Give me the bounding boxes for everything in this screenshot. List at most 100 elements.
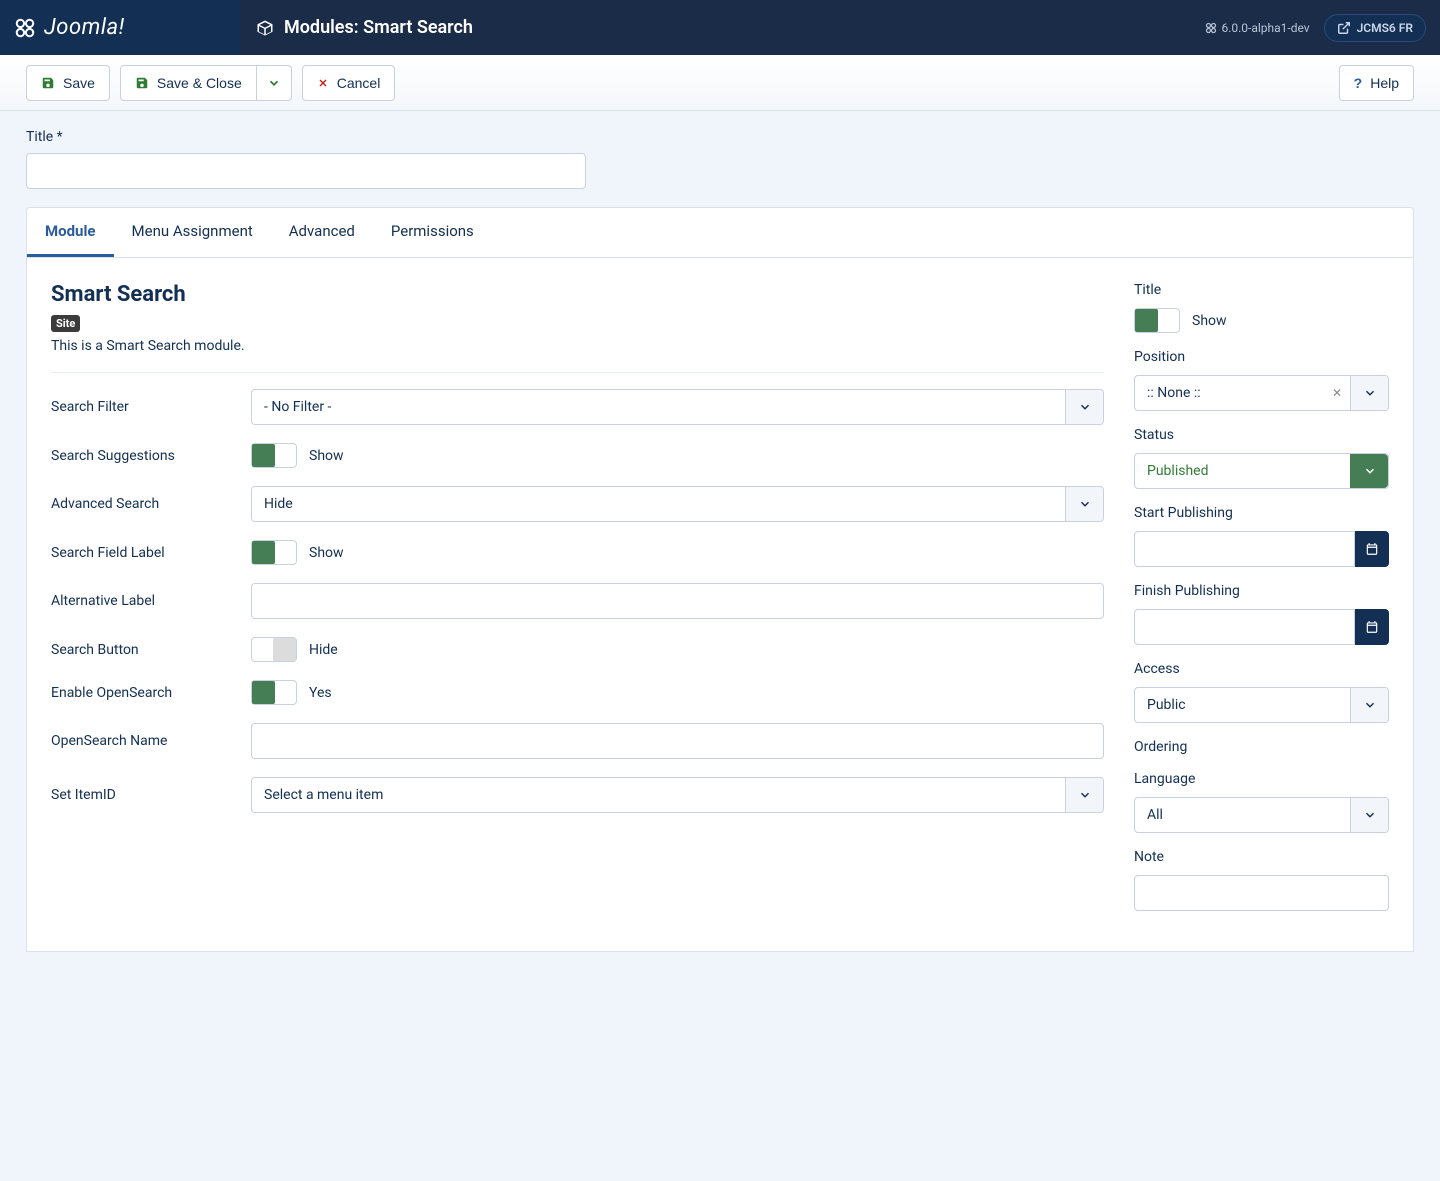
select-itemid[interactable]: Select a menu item <box>251 777 1104 813</box>
module-description: This is a Smart Search module. <box>51 338 1104 354</box>
joomla-mini-icon <box>1205 22 1217 34</box>
label-search-button: Search Button <box>51 642 251 658</box>
select-language[interactable]: All <box>1134 797 1389 833</box>
input-os-name[interactable] <box>251 723 1104 759</box>
version-label[interactable]: 6.0.0-alpha1-dev <box>1205 21 1309 35</box>
select-status[interactable]: Published <box>1134 453 1389 489</box>
title-input[interactable] <box>26 153 586 189</box>
toggle-field-label[interactable] <box>251 540 297 565</box>
chevron-down-icon <box>1350 454 1388 488</box>
label-advanced: Advanced Search <box>51 496 251 512</box>
tab-advanced[interactable]: Advanced <box>271 208 373 257</box>
times-icon <box>317 77 329 89</box>
label-suggestions: Search Suggestions <box>51 448 251 464</box>
select-access[interactable]: Public <box>1134 687 1389 723</box>
panel: Smart Search Site This is a Smart Search… <box>26 257 1414 952</box>
divider <box>51 372 1104 373</box>
row-field-label: Search Field Label Show <box>51 540 1104 565</box>
save-button[interactable]: Save <box>26 65 110 101</box>
toggle-suggestions[interactable] <box>251 443 297 468</box>
toggle-title[interactable] <box>1134 308 1180 333</box>
chevron-down-icon <box>1065 487 1103 521</box>
input-alt-label[interactable] <box>251 583 1104 619</box>
help-button[interactable]: ? Help <box>1339 65 1414 101</box>
calendar-button-start[interactable] <box>1355 531 1389 567</box>
side-status: Status Published <box>1134 427 1389 489</box>
label-alt-label: Alternative Label <box>51 593 251 609</box>
chevron-down-icon <box>1065 390 1103 424</box>
side-note: Note <box>1134 849 1389 911</box>
tab-permissions[interactable]: Permissions <box>373 208 492 257</box>
row-advanced: Advanced Search Hide <box>51 486 1104 522</box>
toggle-opensearch-value: Yes <box>309 685 332 701</box>
label-field-label: Search Field Label <box>51 545 251 561</box>
side-position: Position :: None :: ✕ <box>1134 349 1389 411</box>
toggle-field-label-value: Show <box>309 545 344 561</box>
chevron-down-icon <box>267 76 281 90</box>
external-link-icon <box>1337 21 1351 35</box>
label-search-filter: Search Filter <box>51 399 251 415</box>
site-link[interactable]: JCMS6 FR <box>1324 14 1426 42</box>
tabs: Module Menu Assignment Advanced Permissi… <box>26 207 1414 257</box>
chevron-down-icon <box>1350 688 1388 722</box>
row-search-filter: Search Filter - No Filter - <box>51 389 1104 425</box>
calendar-icon <box>1365 542 1379 556</box>
save-close-dropdown[interactable] <box>257 65 292 101</box>
input-finish[interactable] <box>1134 609 1355 645</box>
title-scope: Title * <box>0 111 1440 189</box>
input-start[interactable] <box>1134 531 1355 567</box>
tab-menu-assignment[interactable]: Menu Assignment <box>114 208 271 257</box>
save-icon <box>135 76 149 90</box>
select-advanced[interactable]: Hide <box>251 486 1104 522</box>
question-icon: ? <box>1354 75 1363 91</box>
select-position[interactable]: :: None :: ✕ <box>1134 375 1389 411</box>
label-os-name: OpenSearch Name <box>51 733 251 749</box>
joomla-logo-icon <box>14 17 36 39</box>
top-right: 6.0.0-alpha1-dev JCMS6 FR <box>1205 14 1440 42</box>
module-name: Smart Search <box>51 282 1104 307</box>
side-start: Start Publishing <box>1134 505 1389 567</box>
row-alt-label: Alternative Label <box>51 583 1104 619</box>
main-column: Smart Search Site This is a Smart Search… <box>51 282 1104 927</box>
toggle-title-value: Show <box>1192 313 1227 329</box>
cube-icon <box>256 19 274 37</box>
side-access: Access Public <box>1134 661 1389 723</box>
save-close-button[interactable]: Save & Close <box>120 65 257 101</box>
row-os-name: OpenSearch Name <box>51 723 1104 759</box>
row-itemid: Set ItemID Select a menu item <box>51 777 1104 813</box>
clear-icon[interactable]: ✕ <box>1324 386 1350 400</box>
side-language: Language All <box>1134 771 1389 833</box>
toggle-search-button-value: Hide <box>309 642 338 658</box>
page-title-area: Modules: Smart Search <box>240 17 473 38</box>
site-badge: Site <box>51 315 80 332</box>
chevron-down-icon <box>1350 798 1388 832</box>
side-column: Title Show Position :: None :: ✕ Status … <box>1134 282 1389 927</box>
top-bar: Joomla! Modules: Smart Search 6.0.0-alph… <box>0 0 1440 55</box>
side-ordering: Ordering <box>1134 739 1389 755</box>
input-note[interactable] <box>1134 875 1389 911</box>
brand-text: Joomla! <box>44 15 125 40</box>
side-finish: Finish Publishing <box>1134 583 1389 645</box>
chevron-down-icon <box>1350 376 1388 410</box>
page-title: Modules: Smart Search <box>284 17 473 38</box>
title-label: Title * <box>26 129 1414 145</box>
label-itemid: Set ItemID <box>51 787 251 803</box>
row-search-button: Search Button Hide <box>51 637 1104 662</box>
save-close-group: Save & Close <box>120 65 292 101</box>
save-icon <box>41 76 55 90</box>
action-toolbar: Save Save & Close Cancel ? Help <box>0 55 1440 111</box>
side-title: Title Show <box>1134 282 1389 333</box>
tab-module[interactable]: Module <box>27 208 114 257</box>
label-opensearch: Enable OpenSearch <box>51 685 251 701</box>
cancel-button[interactable]: Cancel <box>302 65 396 101</box>
select-search-filter[interactable]: - No Filter - <box>251 389 1104 425</box>
toggle-suggestions-value: Show <box>309 448 344 464</box>
row-suggestions: Search Suggestions Show <box>51 443 1104 468</box>
toggle-search-button[interactable] <box>251 637 297 662</box>
toggle-opensearch[interactable] <box>251 680 297 705</box>
chevron-down-icon <box>1065 778 1103 812</box>
calendar-icon <box>1365 620 1379 634</box>
brand[interactable]: Joomla! <box>0 0 240 55</box>
calendar-button-finish[interactable] <box>1355 609 1389 645</box>
row-opensearch: Enable OpenSearch Yes <box>51 680 1104 705</box>
